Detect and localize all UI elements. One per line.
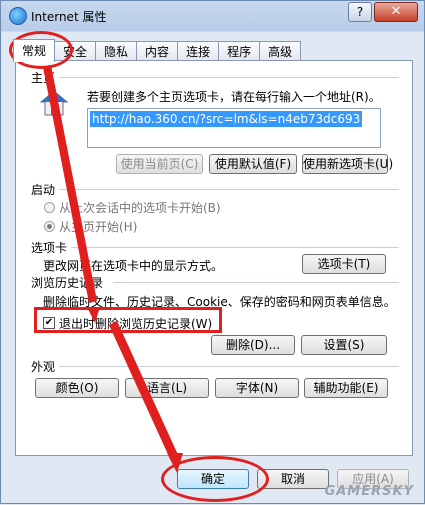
internet-options-dialog: Internet 属性 ? ✕ 常规 安全 隐私 内容 连接 程序 高级 主页 … (0, 0, 425, 504)
divider (59, 77, 399, 78)
languages-button[interactable]: 语言(L) (125, 378, 209, 398)
use-new-tab-button[interactable]: 使用新选项卡(U) (302, 154, 393, 174)
tabs-desc: 更改网页在选项卡中的显示方式。 (43, 259, 224, 273)
close-button[interactable]: ✕ (374, 2, 418, 22)
use-current-button[interactable]: 使用当前页(C) (116, 154, 203, 174)
tabs-button[interactable]: 选项卡(T) (302, 254, 386, 274)
tab-general[interactable]: 常规 (13, 39, 56, 62)
home-heading: 主页 (31, 71, 56, 85)
internet-explorer-icon (9, 7, 27, 25)
startup-last-session-label: 从上次会话中的选项卡开始(B) (59, 201, 221, 215)
divider (113, 282, 399, 283)
home-icon (39, 90, 69, 116)
fonts-button[interactable]: 字体(N) (215, 378, 299, 398)
watermark: GAMERSKY (324, 484, 414, 499)
window-title: Internet 属性 (31, 10, 107, 24)
home-hint: 若要创建多个主页选项卡，请在每行输入一个地址(R)。 (87, 90, 381, 104)
tab-content[interactable]: 内容 (136, 41, 179, 61)
use-default-button[interactable]: 使用默认值(F) (209, 154, 297, 174)
startup-home-label: 从主页开始(H) (59, 220, 138, 234)
startup-heading: 启动 (31, 183, 56, 197)
tabs-heading: 选项卡 (31, 241, 68, 255)
home-url-text: http://hao.360.cn/?src=lm&ls=n4eb73dc693 (90, 111, 363, 127)
annotation-box-checkbox (34, 307, 222, 333)
divider (71, 247, 399, 248)
colors-button[interactable]: 颜色(O) (35, 378, 119, 398)
accessibility-button[interactable]: 辅助功能(E) (304, 378, 388, 398)
tab-programs[interactable]: 程序 (218, 41, 261, 61)
tab-connections[interactable]: 连接 (177, 41, 220, 61)
annotation-circle-ok (161, 456, 269, 502)
appearance-heading: 外观 (31, 360, 56, 374)
history-heading: 浏览历史记录 (31, 276, 104, 290)
tab-advanced[interactable]: 高级 (259, 41, 302, 61)
startup-home-radio[interactable] (44, 221, 55, 232)
title-bar: Internet 属性 ? ✕ (1, 1, 424, 31)
startup-last-session-radio[interactable] (44, 202, 55, 213)
tab-privacy[interactable]: 隐私 (95, 41, 138, 61)
divider (59, 189, 399, 190)
help-button[interactable]: ? (348, 2, 372, 22)
home-url-textarea[interactable]: http://hao.360.cn/?src=lm&ls=n4eb73dc693 (87, 108, 381, 148)
divider (59, 366, 399, 367)
delete-history-button[interactable]: 删除(D)... (211, 335, 295, 355)
history-settings-button[interactable]: 设置(S) (301, 335, 387, 355)
